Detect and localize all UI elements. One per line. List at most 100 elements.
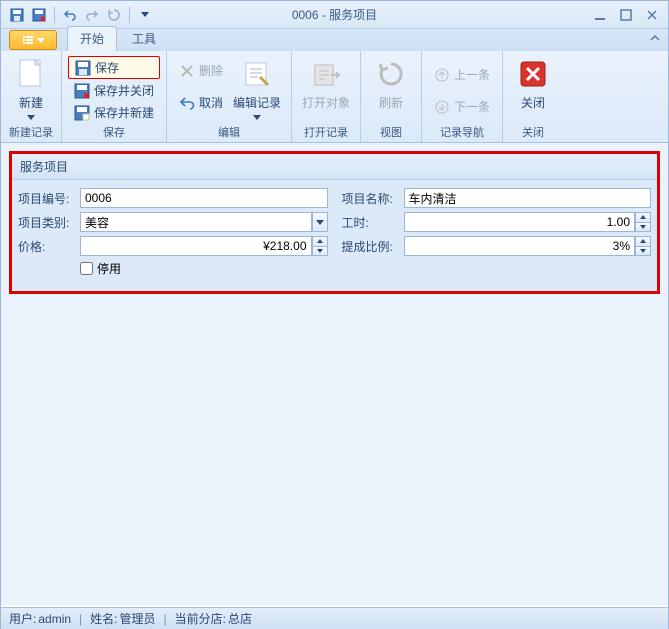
status-separator: |	[164, 612, 167, 626]
file-menu-button[interactable]	[9, 30, 57, 50]
qat-save-icon[interactable]	[7, 5, 27, 25]
price-label: 价格:	[18, 238, 80, 255]
status-name-label: 姓名:	[90, 610, 117, 627]
ribbon-group-label: 记录导航	[440, 124, 484, 142]
edit-record-button[interactable]: 编辑记录	[229, 54, 285, 120]
chevron-down-icon	[253, 115, 261, 120]
project-type-input[interactable]	[80, 212, 312, 232]
spin-up-icon[interactable]	[636, 213, 650, 223]
close-icon[interactable]	[644, 7, 660, 23]
open-object-button[interactable]: 打开对象	[298, 54, 354, 111]
panel-title: 服务项目	[12, 154, 657, 180]
tab-tools[interactable]: 工具	[119, 26, 169, 51]
save-close-label: 保存并关闭	[94, 82, 154, 99]
spin-up-icon[interactable]	[636, 237, 650, 247]
status-separator: |	[79, 612, 82, 626]
next-label: 下一条	[454, 98, 490, 115]
man-hour-input[interactable]	[404, 212, 636, 232]
delete-icon	[179, 63, 195, 79]
status-name-value: 管理员	[120, 610, 156, 627]
list-icon	[22, 34, 34, 46]
refresh-button[interactable]: 刷新	[367, 54, 415, 111]
prev-label: 上一条	[454, 66, 490, 83]
project-no-input[interactable]	[80, 188, 328, 208]
ribbon-tabs: 开始 工具	[1, 29, 668, 51]
ribbon-group-label: 关闭	[522, 124, 544, 142]
edit-record-icon	[241, 58, 273, 90]
service-project-panel: 服务项目 项目编号: 项目名称: 项目类别:	[9, 151, 660, 294]
qat-undo-icon[interactable]	[60, 5, 80, 25]
save-new-icon	[74, 105, 90, 121]
new-button[interactable]: 新建	[7, 54, 55, 120]
spin-up-icon[interactable]	[313, 237, 327, 247]
qat-dropdown-icon[interactable]	[135, 5, 155, 25]
ribbon-group-label: 新建记录	[9, 124, 53, 142]
spinner-buttons	[635, 236, 651, 256]
commission-label: 提成比例:	[342, 238, 404, 255]
open-object-icon	[310, 58, 342, 90]
disable-checkbox-row: 停用	[80, 260, 651, 277]
maximize-icon[interactable]	[618, 7, 634, 23]
spinner-buttons	[635, 212, 651, 232]
spinner-buttons	[312, 236, 328, 256]
ribbon-group-save: 保存 保存并关闭 保存并新建 保存	[62, 51, 167, 142]
disable-checkbox[interactable]	[80, 262, 93, 275]
arrow-up-icon	[434, 67, 450, 83]
save-close-button[interactable]: 保存并关闭	[68, 80, 160, 101]
cancel-button[interactable]: 取消	[173, 92, 229, 113]
save-new-label: 保存并新建	[94, 104, 154, 121]
status-user-label: 用户:	[9, 610, 36, 627]
status-bar: 用户: admin | 姓名: 管理员 | 当前分店: 总店	[1, 607, 668, 629]
ribbon-group-nav: 上一条 下一条 记录导航	[422, 51, 503, 142]
close-x-icon	[517, 58, 549, 90]
qat-redo-icon[interactable]	[82, 5, 102, 25]
delete-label: 删除	[199, 62, 223, 79]
man-hour-spinner[interactable]	[404, 212, 652, 232]
window-title: 0006 - 服务项目	[292, 6, 377, 23]
ribbon-group-label: 保存	[103, 124, 125, 142]
qat-separator	[54, 7, 55, 23]
spin-down-icon[interactable]	[636, 223, 650, 232]
ribbon-group-open: 打开对象 打开记录	[292, 51, 361, 142]
project-name-label: 项目名称:	[342, 190, 404, 207]
cancel-label: 取消	[199, 94, 223, 111]
project-name-input[interactable]	[404, 188, 652, 208]
qat-refresh-icon[interactable]	[104, 5, 124, 25]
price-input[interactable]	[80, 236, 312, 256]
refresh-label: 刷新	[379, 94, 403, 111]
edit-record-label: 编辑记录	[233, 94, 281, 111]
spin-down-icon[interactable]	[636, 247, 650, 256]
next-button[interactable]: 下一条	[428, 96, 496, 117]
prev-button[interactable]: 上一条	[428, 64, 496, 85]
qat-save-close-icon[interactable]	[29, 5, 49, 25]
minimize-icon[interactable]	[592, 7, 608, 23]
project-no-label: 项目编号:	[18, 190, 80, 207]
man-hour-label: 工时:	[342, 214, 404, 231]
save-new-button[interactable]: 保存并新建	[68, 102, 160, 123]
refresh-icon	[375, 58, 407, 90]
ribbon-collapse-icon[interactable]	[650, 33, 660, 47]
combo-drop-icon[interactable]	[312, 212, 328, 232]
undo-icon	[179, 95, 195, 111]
save-button[interactable]: 保存	[68, 56, 160, 79]
tab-start[interactable]: 开始	[67, 26, 117, 51]
price-spinner[interactable]	[80, 236, 328, 256]
commission-spinner[interactable]	[404, 236, 652, 256]
project-type-combo[interactable]	[80, 212, 328, 232]
save-icon	[75, 60, 91, 76]
ribbon-group-label: 编辑	[218, 124, 240, 142]
delete-button[interactable]: 删除	[173, 60, 229, 81]
qat-separator	[129, 7, 130, 23]
open-object-label: 打开对象	[302, 94, 350, 111]
new-button-label: 新建	[19, 94, 43, 111]
ribbon-group-new: 新建 新建记录	[1, 51, 62, 142]
close-label: 关闭	[521, 94, 545, 111]
commission-input[interactable]	[404, 236, 636, 256]
quick-access-toolbar	[1, 5, 155, 25]
ribbon-group-label: 视图	[380, 124, 402, 142]
spin-down-icon[interactable]	[313, 247, 327, 256]
new-doc-icon	[15, 58, 47, 90]
chevron-down-icon	[27, 115, 35, 120]
close-button[interactable]: 关闭	[509, 54, 557, 111]
chevron-down-icon	[37, 38, 45, 43]
